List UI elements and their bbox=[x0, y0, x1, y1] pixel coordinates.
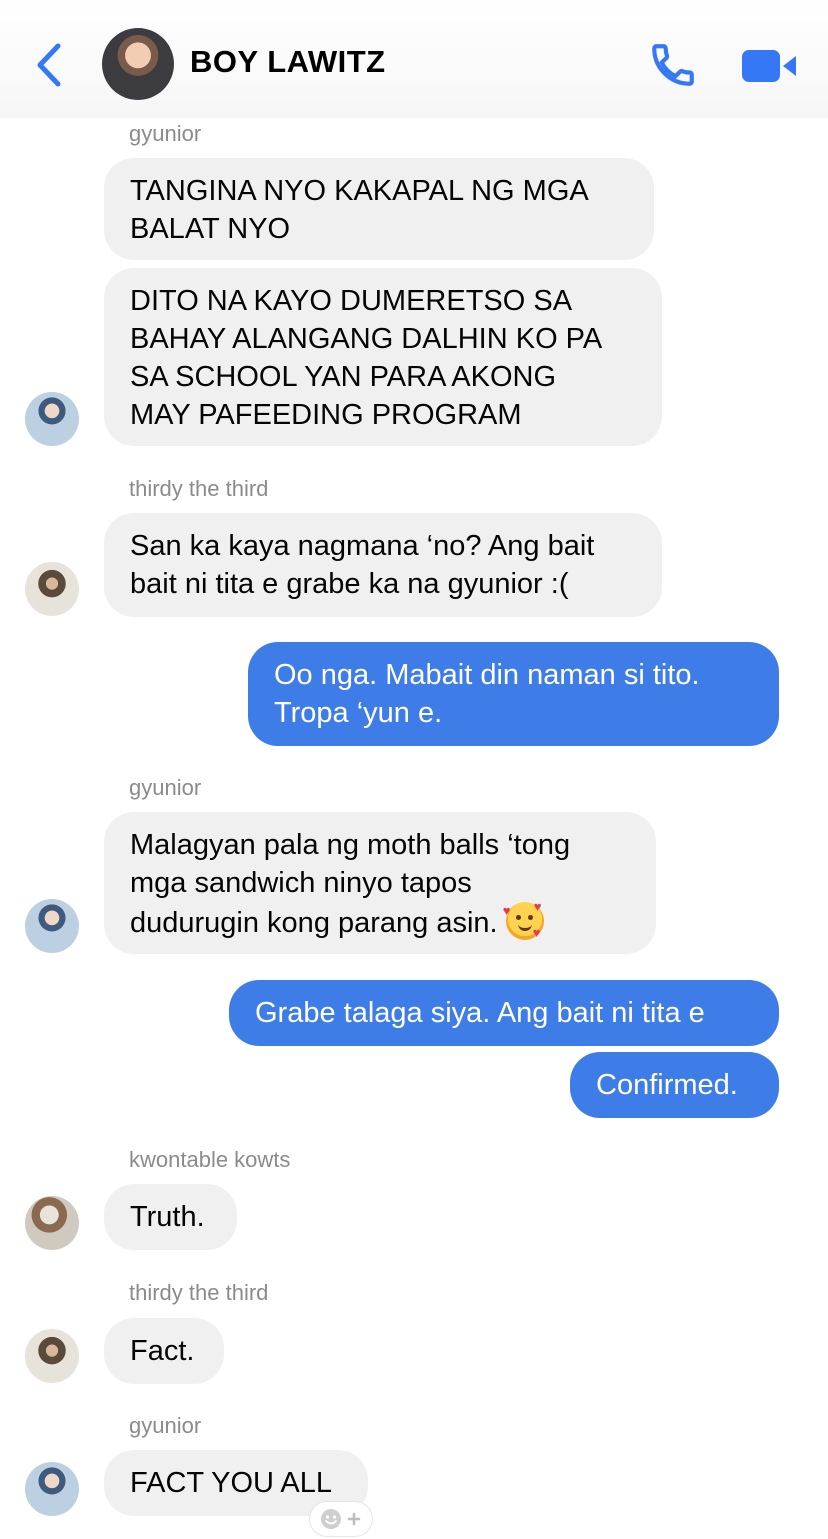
message-line: Fact. bbox=[130, 1335, 195, 1367]
message-line: San ka kaya nagmana ‘no? Ang bait bbox=[130, 530, 595, 562]
message-line: BAHAY ALANGANG DALHIN KO PA bbox=[130, 323, 603, 355]
group-avatar[interactable] bbox=[102, 28, 174, 100]
chat-header: BOY LAWITZ bbox=[0, 0, 828, 118]
avatar[interactable] bbox=[25, 562, 79, 616]
chat-title[interactable]: BOY LAWITZ bbox=[190, 44, 386, 80]
message-line: SA SCHOOL YAN PARA AKONG bbox=[130, 361, 557, 393]
avatar[interactable] bbox=[25, 1462, 79, 1516]
message-line: BALAT NYO bbox=[130, 213, 291, 245]
chevron-left-icon bbox=[37, 43, 61, 87]
message-bubble[interactable]: DITO NA KAYO DUMERETSO SA BAHAY ALANGANG… bbox=[104, 268, 662, 446]
message-line: Oo nga. Mabait din naman si tito. bbox=[274, 659, 700, 691]
message-line: Truth. bbox=[130, 1201, 205, 1233]
message-bubble-outgoing[interactable]: Confirmed. bbox=[570, 1052, 779, 1118]
sender-name: thirdy the third bbox=[129, 1280, 269, 1305]
message-text: dudurugin kong parang asin. bbox=[130, 907, 498, 939]
sender-name: gyunior bbox=[129, 775, 202, 800]
message-bubble-outgoing[interactable]: Grabe talaga siya. Ang bait ni tita e bbox=[229, 980, 779, 1046]
message-bubble[interactable]: Malagyan pala ng moth balls ‘tong mga sa… bbox=[104, 812, 656, 954]
message-bubble-outgoing[interactable]: Oo nga. Mabait din naman si tito. Tropa … bbox=[248, 642, 779, 746]
sender-name: thirdy the third bbox=[129, 476, 269, 501]
sender-name: kwontable kowts bbox=[129, 1147, 291, 1172]
message-line: Tropa ‘yun e. bbox=[274, 697, 443, 729]
message-line: bait ni tita e grabe ka na gyunior :( bbox=[130, 568, 569, 600]
back-button[interactable] bbox=[30, 40, 70, 90]
message-line: FACT YOU ALL bbox=[130, 1467, 333, 1499]
video-call-button[interactable] bbox=[740, 46, 800, 86]
message-line: mga sandwich ninyo tapos bbox=[130, 867, 472, 899]
message-bubble[interactable]: TANGINA NYO KAKAPAL NG MGA BALAT NYO bbox=[104, 158, 654, 260]
message-line: Grabe talaga siya. Ang bait ni tita e bbox=[255, 997, 705, 1029]
message-line: MAY PAFEEDING PROGRAM bbox=[130, 399, 522, 431]
smiling-face-with-hearts-icon: ♥ ♥ ♥ bbox=[503, 900, 544, 940]
avatar[interactable] bbox=[25, 1196, 79, 1250]
phone-icon bbox=[652, 44, 694, 86]
message-line: Confirmed. bbox=[596, 1069, 738, 1101]
add-reaction-icon bbox=[321, 1509, 361, 1529]
message-bubble[interactable]: San ka kaya nagmana ‘no? Ang bait bait n… bbox=[104, 513, 662, 617]
message-line: Malagyan pala ng moth balls ‘tong bbox=[130, 829, 571, 861]
message-line: DITO NA KAYO DUMERETSO SA bbox=[130, 285, 573, 317]
sender-name: gyunior bbox=[129, 121, 202, 146]
message-bubble[interactable]: Fact. bbox=[104, 1318, 224, 1384]
sender-name: gyunior bbox=[129, 1413, 202, 1438]
avatar[interactable] bbox=[25, 1329, 79, 1383]
avatar[interactable] bbox=[25, 899, 79, 953]
avatar[interactable] bbox=[25, 392, 79, 446]
message-line: TANGINA NYO KAKAPAL NG MGA bbox=[130, 175, 589, 207]
message-bubble[interactable]: Truth. bbox=[104, 1184, 237, 1250]
video-camera-icon bbox=[742, 50, 796, 82]
add-reaction-button[interactable] bbox=[310, 1502, 372, 1536]
voice-call-button[interactable] bbox=[648, 40, 698, 90]
message-line: dudurugin kong parang asin. ♥ ♥ ♥ bbox=[130, 900, 630, 942]
